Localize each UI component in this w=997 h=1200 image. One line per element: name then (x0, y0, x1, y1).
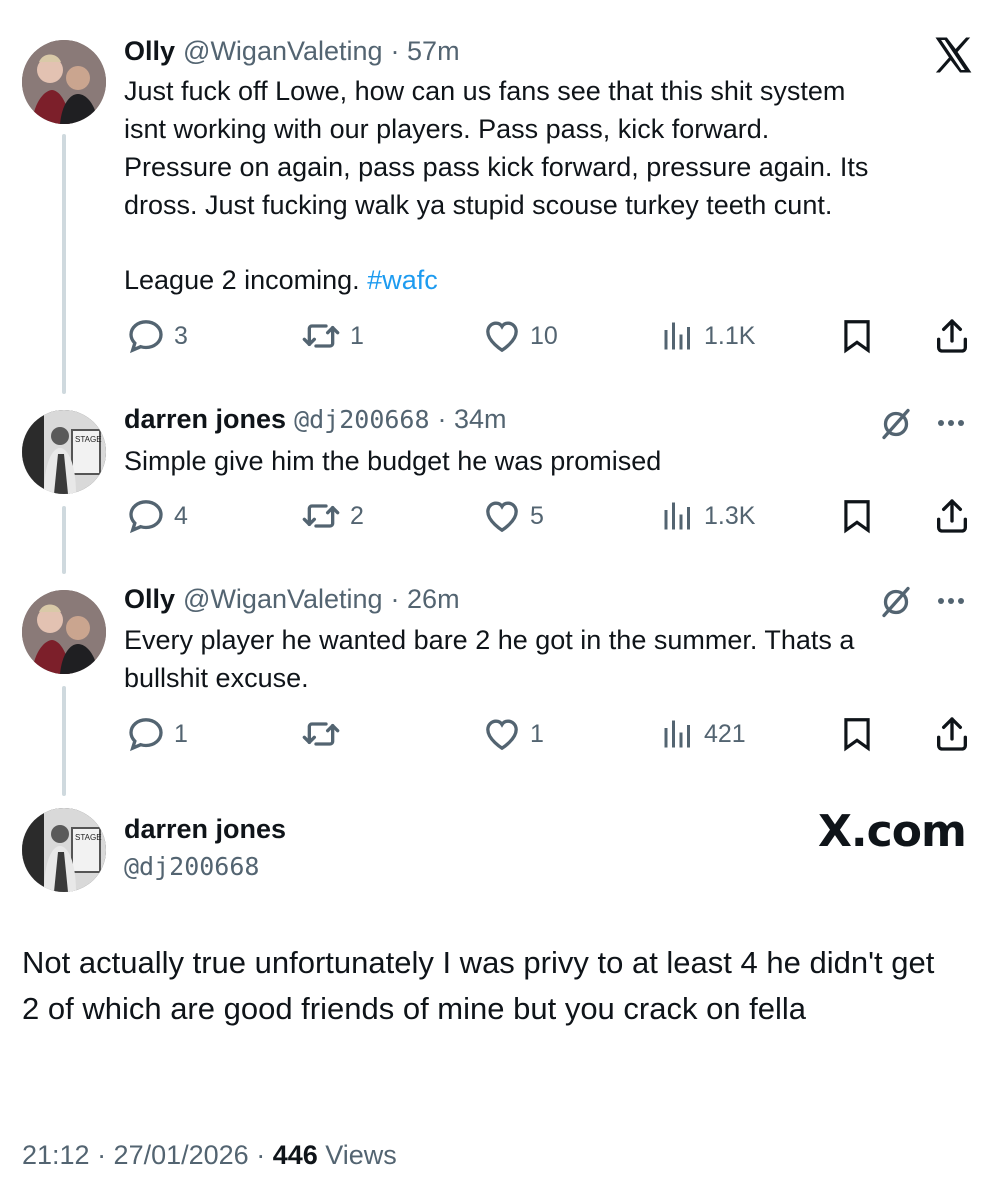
tweet-text-line: Just fuck off Lowe, how can us fans see … (124, 76, 846, 106)
retweet-button[interactable]: 2 (300, 496, 364, 536)
thread-line (62, 134, 66, 394)
reply-button[interactable]: 3 (126, 316, 188, 356)
views-count: 446 (272, 1140, 318, 1170)
like-button[interactable]: 5 (482, 496, 544, 536)
main-tweet-text: Not actually true unfortunately I was pr… (22, 945, 935, 1026)
user-handle[interactable]: @dj200668 (294, 405, 429, 434)
reply-button[interactable]: 1 (126, 714, 188, 754)
grok-button[interactable] (878, 406, 914, 447)
share-icon (932, 316, 972, 356)
heart-icon (482, 496, 522, 536)
tweet-header: Olly @WiganValeting · 57m (124, 36, 460, 67)
retweet-button[interactable] (300, 714, 350, 754)
hashtag-link[interactable]: #wafc (367, 265, 438, 295)
user-handle[interactable]: @dj200668 (124, 852, 259, 881)
like-count: 5 (530, 501, 544, 530)
heart-icon (482, 316, 522, 356)
tweet-text: Simple give him the budget he was promis… (124, 446, 662, 476)
tweet-text-line: dross. Just fucking walk ya stupid scous… (124, 190, 833, 220)
reply-count: 1 (174, 719, 188, 748)
views-button[interactable]: 1.1K (660, 316, 755, 356)
retweet-button[interactable]: 1 (300, 316, 364, 356)
tweet-text-line: bullshit excuse. (124, 663, 309, 693)
views-button[interactable]: 421 (660, 714, 746, 754)
tweet-text: Every player he wanted bare 2 he got in … (124, 621, 954, 697)
x-com-logo: X.com (818, 806, 967, 857)
reply-icon (126, 316, 166, 356)
like-button[interactable]: 10 (482, 316, 558, 356)
like-count: 1 (530, 719, 544, 748)
retweet-icon (300, 316, 342, 356)
timestamp[interactable]: · 26m (391, 584, 460, 615)
bookmark-icon (838, 496, 876, 536)
share-button[interactable] (932, 714, 972, 759)
display-name[interactable]: darren jones (124, 404, 286, 435)
display-name[interactable]: Olly (124, 36, 175, 67)
tweet-text-line: Pressure on again, pass pass kick forwar… (124, 152, 869, 182)
reply-button[interactable]: 4 (126, 496, 188, 536)
views-icon (660, 714, 696, 754)
reply-count: 4 (174, 501, 188, 530)
avatar[interactable]: STAGE (22, 410, 106, 494)
svg-text:STAGE: STAGE (75, 833, 102, 842)
display-name[interactable]: Olly (124, 584, 175, 615)
bookmark-button[interactable] (838, 714, 876, 759)
tweet-text: Just fuck off Lowe, how can us fans see … (124, 72, 954, 224)
bookmark-button[interactable] (838, 316, 876, 361)
avatar[interactable] (22, 40, 106, 124)
tweet-text-last: League 2 incoming. #wafc (124, 261, 954, 299)
avatar[interactable]: STAGE (22, 808, 106, 892)
retweet-count: 1 (350, 321, 364, 350)
like-button[interactable]: 1 (482, 714, 544, 754)
svg-text:STAGE: STAGE (75, 435, 102, 444)
views-count: 1.1K (704, 321, 756, 350)
reply-icon (126, 496, 166, 536)
more-icon[interactable] (938, 598, 964, 604)
retweet-icon (300, 496, 342, 536)
tweet-header: Olly @WiganValeting · 26m (124, 584, 460, 615)
retweet-icon (300, 714, 342, 754)
tweet-text-line: League 2 incoming. (124, 265, 360, 295)
grok-icon (878, 584, 914, 620)
timestamp[interactable]: 21:12 · 27/01/2026 · (22, 1140, 273, 1170)
reply-count: 3 (174, 321, 188, 350)
grok-button[interactable] (878, 584, 914, 625)
user-handle[interactable]: @WiganValeting (183, 584, 383, 615)
grok-icon (878, 406, 914, 442)
more-icon[interactable] (938, 420, 964, 426)
like-count: 10 (530, 321, 558, 350)
tweet-text-line: Every player he wanted bare 2 he got in … (124, 625, 855, 655)
retweet-count: 2 (350, 501, 364, 530)
tweet-meta: 21:12 · 27/01/2026 · 446 Views (22, 1140, 397, 1171)
tweet-text-line: isnt working with our players. Pass pass… (124, 114, 770, 144)
thread-line (62, 686, 66, 796)
reply-icon (126, 714, 166, 754)
avatar[interactable] (22, 590, 106, 674)
views-icon (660, 316, 696, 356)
views-button[interactable]: 1.3K (660, 496, 755, 536)
share-icon (932, 496, 972, 536)
tweet-header: darren jones @dj200668 · 34m (124, 404, 507, 435)
share-icon (932, 714, 972, 754)
heart-icon (482, 714, 522, 754)
bookmark-button[interactable] (838, 496, 876, 541)
share-button[interactable] (932, 496, 972, 541)
thread-line (62, 506, 66, 574)
timestamp[interactable]: · 34m (438, 404, 507, 435)
display-name[interactable]: darren jones (124, 814, 286, 845)
share-button[interactable] (932, 316, 972, 361)
views-count: 1.3K (704, 501, 756, 530)
timestamp[interactable]: · 57m (391, 36, 460, 67)
views-label: Views (317, 1140, 397, 1170)
views-icon (660, 496, 696, 536)
views-count: 421 (704, 719, 746, 748)
bookmark-icon (838, 714, 876, 754)
bookmark-icon (838, 316, 876, 356)
user-handle[interactable]: @WiganValeting (183, 36, 383, 67)
